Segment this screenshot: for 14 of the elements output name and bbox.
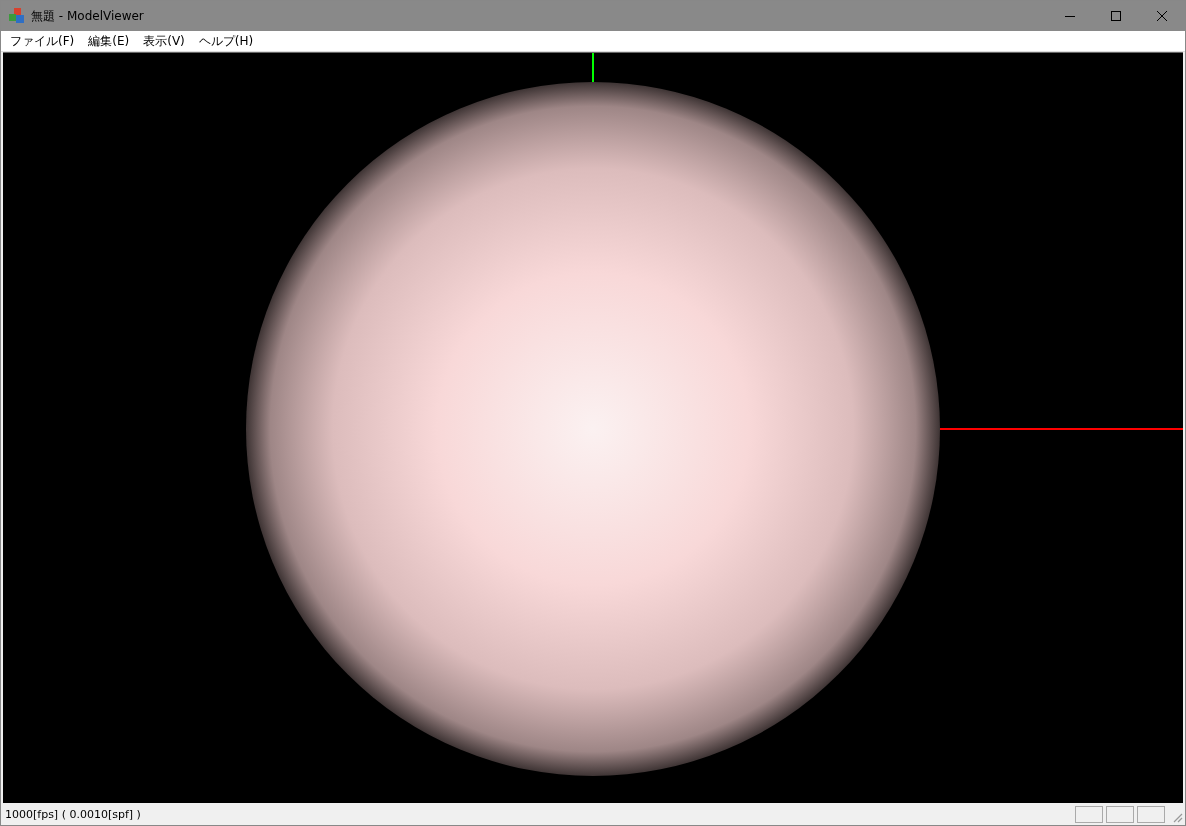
status-pane: [1137, 805, 1165, 823]
menu-item[interactable]: 編集(E): [81, 32, 137, 50]
maximize-icon: [1110, 10, 1122, 22]
app-icon: [9, 8, 25, 24]
menu-item[interactable]: ファイル(F): [3, 32, 82, 50]
window-title: 無題 - ModelViewer: [31, 7, 144, 25]
status-pane: [1106, 805, 1134, 823]
menu-item[interactable]: 表示(V): [136, 32, 192, 50]
close-icon: [1156, 10, 1168, 22]
resize-grip-icon[interactable]: [1171, 811, 1183, 823]
y-axis-line: [592, 53, 594, 84]
status-text: 1000[fps] ( 0.0010[spf] ): [5, 807, 141, 821]
status-pane: [1075, 805, 1103, 823]
menu-item[interactable]: ヘルプ(H): [191, 32, 261, 50]
